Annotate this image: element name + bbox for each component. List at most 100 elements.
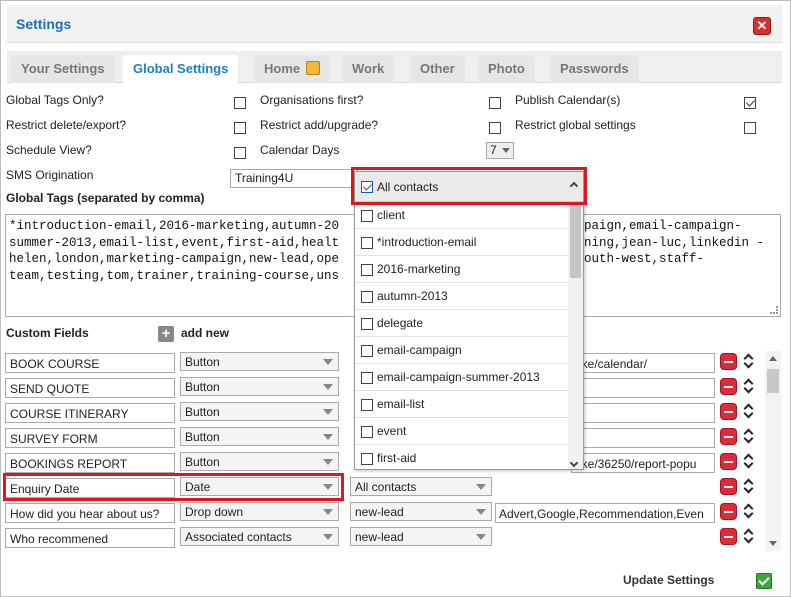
chevron-down-icon [476, 484, 486, 490]
custom-field-name[interactable]: SEND QUOTE [5, 378, 175, 398]
custom-field-value[interactable] [571, 403, 715, 423]
close-icon[interactable]: ✕ [753, 17, 771, 35]
dropdown-header[interactable]: All contacts [355, 172, 583, 202]
schedule-view-checkbox[interactable] [234, 147, 246, 159]
dropdown-option[interactable]: email-campaign [355, 337, 568, 364]
remove-icon[interactable] [720, 403, 737, 420]
custom-field-name[interactable]: COURSE ITINERARY [5, 403, 175, 423]
custom-field-type-select[interactable]: Associated contacts [180, 527, 339, 546]
chevron-down-icon [476, 534, 486, 540]
custom-fields-scrollbar[interactable] [765, 351, 781, 551]
option-checkbox[interactable] [361, 237, 373, 249]
publish-calendar-label: Publish Calendar(s) [515, 93, 621, 107]
custom-field-type-select[interactable]: Button [180, 427, 339, 446]
contact-scope-dropdown[interactable]: All contacts client *introduction-email … [354, 171, 584, 470]
tab-global-settings[interactable]: Global Settings [123, 55, 239, 83]
custom-field-name[interactable]: How did you hear about us? [5, 503, 175, 523]
add-icon[interactable]: + [158, 326, 174, 342]
remove-icon[interactable] [720, 478, 737, 495]
dropdown-option[interactable]: email-campaign-summer-2013 [355, 364, 568, 391]
remove-icon[interactable] [720, 503, 737, 520]
reorder-icon[interactable] [743, 502, 755, 522]
reorder-icon[interactable] [743, 452, 755, 472]
custom-field-value[interactable]: oke/36250/report-popu [571, 453, 715, 473]
dropdown-option[interactable]: first-aid [355, 445, 568, 469]
update-settings-button[interactable]: Update Settings [623, 573, 714, 587]
remove-icon[interactable] [720, 528, 737, 545]
dropdown-option[interactable]: autumn-2013 [355, 283, 568, 310]
custom-field-value[interactable] [571, 428, 715, 448]
chevron-down-icon[interactable] [569, 458, 579, 468]
custom-fields-label: Custom Fields [6, 326, 89, 340]
reorder-icon[interactable] [743, 402, 755, 422]
scroll-down-icon[interactable] [769, 541, 777, 546]
reorder-icon[interactable] [743, 527, 755, 547]
remove-icon[interactable] [720, 353, 737, 370]
remove-icon[interactable] [720, 453, 737, 470]
custom-field-name[interactable]: BOOK COURSE [5, 353, 175, 373]
remove-icon[interactable] [720, 378, 737, 395]
tab-home[interactable]: Home [254, 55, 331, 83]
scroll-thumb[interactable] [767, 369, 779, 393]
option-checkbox[interactable] [361, 291, 373, 303]
custom-field-type-select[interactable]: Drop down [180, 502, 339, 521]
calendar-days-select[interactable]: 7 [486, 142, 514, 159]
option-checkbox[interactable] [361, 318, 373, 330]
option-checkbox[interactable] [361, 426, 373, 438]
chevron-down-icon [323, 384, 333, 390]
check-icon[interactable] [756, 573, 772, 589]
remove-icon[interactable] [720, 428, 737, 445]
option-checkbox[interactable] [361, 453, 373, 465]
custom-field-value[interactable] [571, 378, 715, 398]
custom-field-type-select[interactable]: Date [180, 477, 339, 496]
custom-field-value[interactable]: oke/calendar/ [571, 353, 715, 373]
scroll-up-icon[interactable] [769, 356, 777, 361]
tab-work[interactable]: Work [342, 55, 395, 83]
custom-field-name[interactable]: Enquiry Date [5, 478, 175, 498]
custom-field-scope-select[interactable]: new-lead [350, 502, 492, 521]
global-tags-only-checkbox[interactable] [234, 97, 246, 109]
reorder-icon[interactable] [743, 427, 755, 447]
publish-calendar-checkbox[interactable] [744, 97, 756, 109]
chevron-down-icon [323, 434, 333, 440]
dropdown-option[interactable]: event [355, 418, 568, 445]
tab-photo[interactable]: Photo [478, 55, 535, 83]
option-checkbox[interactable] [361, 210, 373, 222]
resize-handle[interactable] [770, 306, 778, 314]
restrict-add-upgrade-checkbox[interactable] [489, 122, 501, 134]
option-checkbox[interactable] [361, 264, 373, 276]
dropdown-option[interactable]: 2016-marketing [355, 256, 568, 283]
reorder-icon[interactable] [743, 477, 755, 497]
tab-your-settings[interactable]: Your Settings [11, 55, 115, 83]
custom-field-scope-select[interactable]: new-lead [350, 527, 492, 546]
all-contacts-checkbox[interactable] [361, 181, 373, 193]
dropdown-option[interactable]: client [355, 202, 568, 229]
add-new-link[interactable]: add new [181, 326, 229, 340]
tab-passwords[interactable]: Passwords [550, 55, 639, 83]
organisations-first-checkbox[interactable] [489, 97, 501, 109]
custom-field-name[interactable]: SURVEY FORM [5, 428, 175, 448]
custom-field-scope-select[interactable]: All contacts [350, 477, 492, 496]
custom-field-type-select[interactable]: Button [180, 377, 339, 396]
restrict-global-settings-checkbox[interactable] [744, 122, 756, 134]
option-checkbox[interactable] [361, 345, 373, 357]
option-checkbox[interactable] [361, 399, 373, 411]
dropdown-option[interactable]: delegate [355, 310, 568, 337]
dropdown-option[interactable]: *introduction-email [355, 229, 568, 256]
option-checkbox[interactable] [361, 372, 373, 384]
custom-field-value[interactable]: Advert,Google,Recommendation,Even [495, 503, 715, 523]
custom-field-name[interactable]: BOOKINGS REPORT [5, 453, 175, 473]
tab-other[interactable]: Other [410, 55, 465, 83]
reorder-icon[interactable] [743, 352, 755, 372]
custom-field-type-select[interactable]: Button [180, 452, 339, 471]
dropdown-scrollbar[interactable] [568, 202, 583, 469]
dropdown-option[interactable]: email-list [355, 391, 568, 418]
restrict-delete-export-checkbox[interactable] [234, 122, 246, 134]
chevron-up-icon[interactable] [569, 181, 579, 191]
sms-origination-input[interactable]: Training4U [230, 169, 358, 188]
custom-field-name[interactable]: Who recommened [5, 528, 175, 548]
reorder-icon[interactable] [743, 377, 755, 397]
custom-field-type-select[interactable]: Button [180, 402, 339, 421]
scroll-thumb[interactable] [570, 204, 581, 278]
custom-field-type-select[interactable]: Button [180, 352, 339, 371]
